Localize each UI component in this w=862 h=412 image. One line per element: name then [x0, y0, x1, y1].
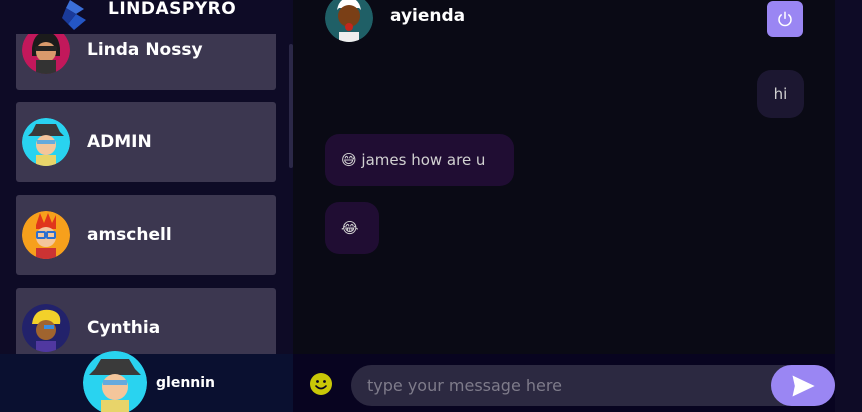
contact-item[interactable]: Cynthia	[16, 288, 276, 354]
avatar	[22, 118, 70, 166]
contact-name: ADMIN	[87, 132, 152, 152]
contact-name: Linda Nossy	[87, 40, 203, 60]
chat-contact-name: ayienda	[390, 6, 466, 26]
contact-name: Cynthia	[87, 318, 161, 338]
chat-contact-avatar	[325, 0, 373, 42]
brand-logo-icon	[62, 0, 86, 30]
right-edge-panel	[835, 0, 862, 412]
chat-panel: ayienda hi 😅 james how are u 😂	[293, 0, 835, 412]
message-text: 😂	[341, 219, 359, 237]
message-list: hi 😅 james how are u 😂	[293, 40, 835, 354]
avatar	[22, 211, 70, 259]
logout-button[interactable]	[767, 1, 803, 37]
avatar	[22, 304, 70, 352]
message-text: 😅 james how are u	[341, 151, 486, 169]
contact-item[interactable]: Linda Nossy	[16, 34, 276, 90]
message-text: hi	[773, 85, 788, 103]
smiley-icon[interactable]	[309, 372, 333, 396]
brand-title: LINDASPYRO	[108, 0, 237, 19]
send-button[interactable]	[771, 365, 835, 406]
brand: LINDASPYRO	[0, 0, 293, 34]
current-user-name: glennin	[156, 375, 216, 391]
current-user-avatar	[83, 351, 147, 412]
message-composer	[293, 354, 835, 412]
contact-list[interactable]: Linda Nossy ADMIN amschell Cynthia	[0, 34, 293, 354]
power-icon	[778, 11, 792, 27]
contacts-sidebar: LINDASPYRO Linda Nossy ADMIN amschell Cy…	[0, 0, 293, 412]
current-user: glennin	[0, 351, 293, 412]
send-icon	[792, 375, 815, 396]
contact-item[interactable]: ADMIN	[16, 102, 276, 182]
message-bubble-received: 😂	[325, 202, 379, 254]
message-input-wrapper	[351, 365, 835, 406]
message-input[interactable]	[351, 365, 771, 406]
message-bubble-received: 😅 james how are u	[325, 134, 514, 186]
chat-app: LINDASPYRO Linda Nossy ADMIN amschell Cy…	[0, 0, 862, 412]
contact-name: amschell	[87, 225, 172, 245]
chat-header: ayienda	[293, 0, 835, 42]
contact-item[interactable]: amschell	[16, 195, 276, 275]
avatar	[22, 34, 70, 74]
message-bubble-sent: hi	[757, 70, 804, 118]
